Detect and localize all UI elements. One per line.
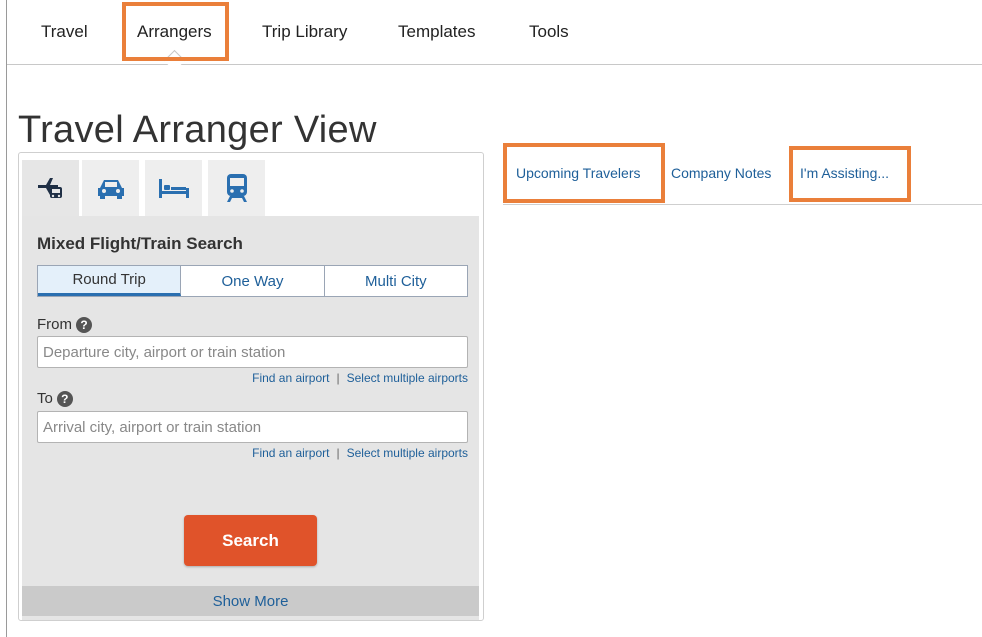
from-links: Find an airport | Select multiple airports — [252, 371, 468, 385]
link-separator: | — [336, 371, 340, 385]
tab-flight-train[interactable] — [22, 160, 79, 216]
car-icon — [97, 180, 124, 199]
arranger-tabs: Upcoming Travelers Company Notes I'm Ass… — [503, 152, 982, 205]
to-input[interactable] — [37, 411, 468, 443]
flight-train-icon — [37, 178, 62, 198]
show-more-button[interactable]: Show More — [22, 586, 479, 616]
tab-im-assisting[interactable]: I'm Assisting... — [800, 165, 889, 181]
help-icon[interactable]: ? — [56, 390, 73, 407]
select-multiple-airports-link[interactable]: Select multiple airports — [347, 371, 468, 385]
round-trip-button[interactable]: Round Trip — [38, 266, 182, 296]
nav-tab-trip-library[interactable]: Trip Library — [262, 22, 347, 42]
select-multiple-airports-link[interactable]: Select multiple airports — [347, 446, 468, 460]
from-input[interactable] — [37, 336, 468, 368]
tab-hotel[interactable] — [145, 160, 202, 216]
tab-train[interactable] — [208, 160, 265, 216]
from-label-text: From — [37, 316, 72, 333]
to-label: To ? — [37, 390, 73, 407]
nav-tab-tools[interactable]: Tools — [529, 22, 569, 42]
search-form: Mixed Flight/Train Search Round Trip One… — [22, 216, 479, 620]
one-way-button[interactable]: One Way — [181, 266, 325, 296]
hotel-bed-icon — [158, 179, 189, 198]
top-nav: Travel Arrangers Trip Library Templates … — [7, 0, 982, 65]
tab-car[interactable] — [82, 160, 139, 216]
search-panel: Mixed Flight/Train Search Round Trip One… — [18, 152, 484, 621]
tab-upcoming-travelers[interactable]: Upcoming Travelers — [516, 165, 641, 181]
find-airport-link[interactable]: Find an airport — [252, 446, 329, 460]
page-title: Travel Arranger View — [18, 109, 377, 152]
nav-tab-arrangers[interactable]: Arrangers — [137, 22, 212, 42]
train-icon — [226, 174, 247, 202]
multi-city-button[interactable]: Multi City — [325, 266, 467, 296]
from-label: From ? — [37, 316, 92, 333]
search-title: Mixed Flight/Train Search — [37, 234, 243, 253]
nav-tab-travel[interactable]: Travel — [41, 22, 88, 42]
nav-tab-templates[interactable]: Templates — [398, 22, 475, 42]
trip-type-selector: Round Trip One Way Multi City — [37, 265, 468, 297]
tab-company-notes[interactable]: Company Notes — [671, 165, 771, 181]
help-icon[interactable]: ? — [76, 316, 92, 333]
to-links: Find an airport | Select multiple airports — [252, 446, 468, 460]
search-button[interactable]: Search — [184, 515, 317, 566]
link-separator: | — [336, 446, 340, 460]
find-airport-link[interactable]: Find an airport — [252, 371, 329, 385]
to-label-text: To — [37, 390, 53, 407]
